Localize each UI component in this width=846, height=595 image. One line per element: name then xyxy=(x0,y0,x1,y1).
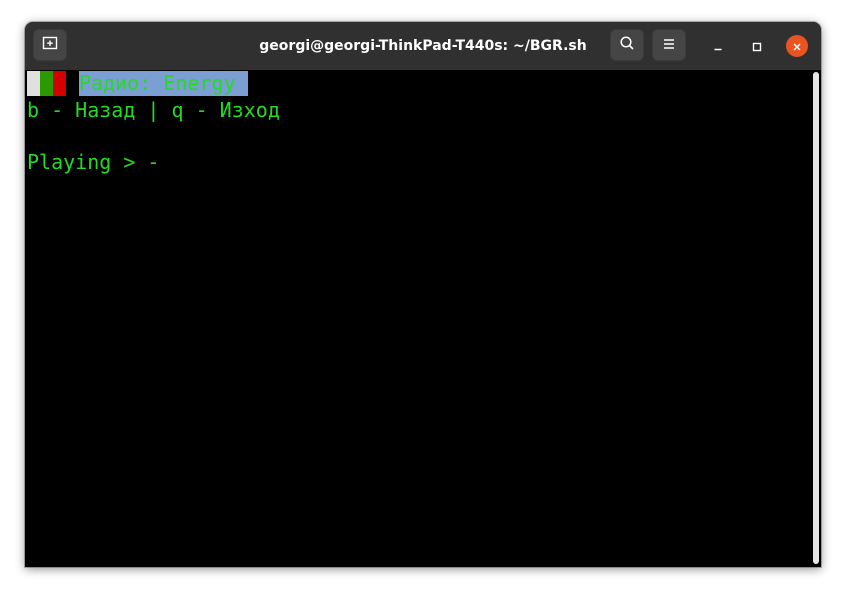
minimize-button[interactable] xyxy=(707,35,729,57)
help-line: b - Назад | q - Изход xyxy=(27,98,280,122)
new-tab-icon xyxy=(42,35,58,55)
close-button[interactable] xyxy=(786,35,808,57)
title-bar[interactable]: georgi@georgi-ThinkPad-T440s: ~/BGR.sh xyxy=(25,22,821,70)
window-title: georgi@georgi-ThinkPad-T440s: ~/BGR.sh xyxy=(259,38,587,54)
hamburger-menu-icon xyxy=(662,36,676,55)
close-icon xyxy=(792,37,802,56)
maximize-icon xyxy=(752,37,762,56)
bulgarian-flag xyxy=(27,71,66,96)
search-button[interactable] xyxy=(610,29,644,61)
maximize-button[interactable] xyxy=(746,35,768,57)
minimize-icon xyxy=(713,37,723,56)
search-icon xyxy=(619,35,635,55)
menu-button[interactable] xyxy=(652,29,686,61)
terminal-window: georgi@georgi-ThinkPad-T440s: ~/BGR.sh Р… xyxy=(25,22,821,567)
radio-station-title: Радио: Energy xyxy=(79,71,248,96)
new-tab-button[interactable] xyxy=(33,29,67,61)
vertical-scrollbar[interactable] xyxy=(813,72,819,564)
playing-status: Playing > - xyxy=(27,150,160,174)
terminal-output[interactable]: Радио: Energy b - Назад | q - Изход Play… xyxy=(25,70,811,567)
